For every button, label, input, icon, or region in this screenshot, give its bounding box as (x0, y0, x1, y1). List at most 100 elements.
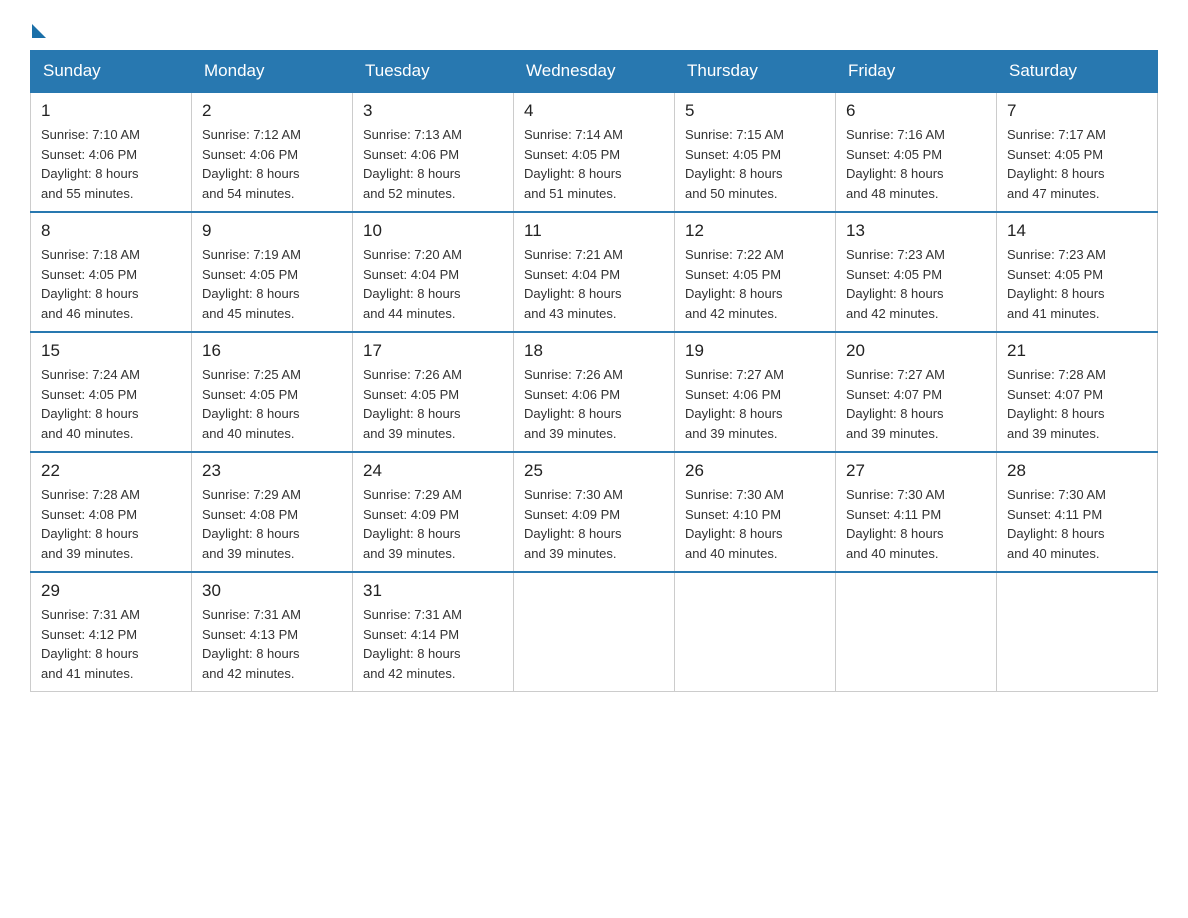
day-info: Sunrise: 7:30 AM Sunset: 4:11 PM Dayligh… (846, 485, 986, 563)
day-number: 7 (1007, 101, 1147, 121)
day-number: 17 (363, 341, 503, 361)
calendar-cell (514, 572, 675, 692)
calendar-cell: 20 Sunrise: 7:27 AM Sunset: 4:07 PM Dayl… (836, 332, 997, 452)
calendar-header-tuesday: Tuesday (353, 51, 514, 93)
day-number: 31 (363, 581, 503, 601)
day-info: Sunrise: 7:23 AM Sunset: 4:05 PM Dayligh… (846, 245, 986, 323)
calendar-cell: 10 Sunrise: 7:20 AM Sunset: 4:04 PM Dayl… (353, 212, 514, 332)
day-number: 16 (202, 341, 342, 361)
calendar-week-row: 29 Sunrise: 7:31 AM Sunset: 4:12 PM Dayl… (31, 572, 1158, 692)
calendar-cell: 11 Sunrise: 7:21 AM Sunset: 4:04 PM Dayl… (514, 212, 675, 332)
day-number: 26 (685, 461, 825, 481)
calendar-week-row: 22 Sunrise: 7:28 AM Sunset: 4:08 PM Dayl… (31, 452, 1158, 572)
day-info: Sunrise: 7:30 AM Sunset: 4:11 PM Dayligh… (1007, 485, 1147, 563)
day-info: Sunrise: 7:17 AM Sunset: 4:05 PM Dayligh… (1007, 125, 1147, 203)
day-number: 14 (1007, 221, 1147, 241)
calendar-cell: 24 Sunrise: 7:29 AM Sunset: 4:09 PM Dayl… (353, 452, 514, 572)
calendar-week-row: 1 Sunrise: 7:10 AM Sunset: 4:06 PM Dayli… (31, 92, 1158, 212)
day-info: Sunrise: 7:18 AM Sunset: 4:05 PM Dayligh… (41, 245, 181, 323)
calendar-cell: 18 Sunrise: 7:26 AM Sunset: 4:06 PM Dayl… (514, 332, 675, 452)
calendar-cell: 9 Sunrise: 7:19 AM Sunset: 4:05 PM Dayli… (192, 212, 353, 332)
calendar-cell: 31 Sunrise: 7:31 AM Sunset: 4:14 PM Dayl… (353, 572, 514, 692)
day-number: 22 (41, 461, 181, 481)
day-info: Sunrise: 7:30 AM Sunset: 4:10 PM Dayligh… (685, 485, 825, 563)
day-number: 30 (202, 581, 342, 601)
calendar-cell (997, 572, 1158, 692)
calendar-cell: 2 Sunrise: 7:12 AM Sunset: 4:06 PM Dayli… (192, 92, 353, 212)
calendar-cell: 5 Sunrise: 7:15 AM Sunset: 4:05 PM Dayli… (675, 92, 836, 212)
day-info: Sunrise: 7:26 AM Sunset: 4:05 PM Dayligh… (363, 365, 503, 443)
day-number: 24 (363, 461, 503, 481)
calendar-cell: 26 Sunrise: 7:30 AM Sunset: 4:10 PM Dayl… (675, 452, 836, 572)
day-number: 27 (846, 461, 986, 481)
calendar-cell (836, 572, 997, 692)
calendar-cell: 29 Sunrise: 7:31 AM Sunset: 4:12 PM Dayl… (31, 572, 192, 692)
day-number: 5 (685, 101, 825, 121)
day-number: 8 (41, 221, 181, 241)
day-info: Sunrise: 7:30 AM Sunset: 4:09 PM Dayligh… (524, 485, 664, 563)
calendar-cell: 30 Sunrise: 7:31 AM Sunset: 4:13 PM Dayl… (192, 572, 353, 692)
day-number: 12 (685, 221, 825, 241)
day-info: Sunrise: 7:27 AM Sunset: 4:06 PM Dayligh… (685, 365, 825, 443)
calendar-cell: 7 Sunrise: 7:17 AM Sunset: 4:05 PM Dayli… (997, 92, 1158, 212)
day-info: Sunrise: 7:29 AM Sunset: 4:09 PM Dayligh… (363, 485, 503, 563)
day-info: Sunrise: 7:29 AM Sunset: 4:08 PM Dayligh… (202, 485, 342, 563)
day-info: Sunrise: 7:26 AM Sunset: 4:06 PM Dayligh… (524, 365, 664, 443)
calendar-cell: 21 Sunrise: 7:28 AM Sunset: 4:07 PM Dayl… (997, 332, 1158, 452)
calendar-cell: 6 Sunrise: 7:16 AM Sunset: 4:05 PM Dayli… (836, 92, 997, 212)
day-number: 1 (41, 101, 181, 121)
day-number: 21 (1007, 341, 1147, 361)
day-info: Sunrise: 7:14 AM Sunset: 4:05 PM Dayligh… (524, 125, 664, 203)
day-number: 10 (363, 221, 503, 241)
day-info: Sunrise: 7:31 AM Sunset: 4:12 PM Dayligh… (41, 605, 181, 683)
day-info: Sunrise: 7:31 AM Sunset: 4:14 PM Dayligh… (363, 605, 503, 683)
calendar-week-row: 8 Sunrise: 7:18 AM Sunset: 4:05 PM Dayli… (31, 212, 1158, 332)
day-info: Sunrise: 7:25 AM Sunset: 4:05 PM Dayligh… (202, 365, 342, 443)
calendar-cell: 8 Sunrise: 7:18 AM Sunset: 4:05 PM Dayli… (31, 212, 192, 332)
day-info: Sunrise: 7:31 AM Sunset: 4:13 PM Dayligh… (202, 605, 342, 683)
calendar-table: SundayMondayTuesdayWednesdayThursdayFrid… (30, 50, 1158, 692)
calendar-header-row: SundayMondayTuesdayWednesdayThursdayFrid… (31, 51, 1158, 93)
day-number: 18 (524, 341, 664, 361)
day-info: Sunrise: 7:23 AM Sunset: 4:05 PM Dayligh… (1007, 245, 1147, 323)
calendar-cell: 27 Sunrise: 7:30 AM Sunset: 4:11 PM Dayl… (836, 452, 997, 572)
calendar-cell: 16 Sunrise: 7:25 AM Sunset: 4:05 PM Dayl… (192, 332, 353, 452)
calendar-cell: 17 Sunrise: 7:26 AM Sunset: 4:05 PM Dayl… (353, 332, 514, 452)
day-info: Sunrise: 7:28 AM Sunset: 4:07 PM Dayligh… (1007, 365, 1147, 443)
calendar-cell: 15 Sunrise: 7:24 AM Sunset: 4:05 PM Dayl… (31, 332, 192, 452)
calendar-cell: 13 Sunrise: 7:23 AM Sunset: 4:05 PM Dayl… (836, 212, 997, 332)
day-number: 9 (202, 221, 342, 241)
day-info: Sunrise: 7:16 AM Sunset: 4:05 PM Dayligh… (846, 125, 986, 203)
day-number: 3 (363, 101, 503, 121)
calendar-week-row: 15 Sunrise: 7:24 AM Sunset: 4:05 PM Dayl… (31, 332, 1158, 452)
calendar-cell: 4 Sunrise: 7:14 AM Sunset: 4:05 PM Dayli… (514, 92, 675, 212)
day-info: Sunrise: 7:15 AM Sunset: 4:05 PM Dayligh… (685, 125, 825, 203)
logo (30, 20, 46, 34)
calendar-header-saturday: Saturday (997, 51, 1158, 93)
calendar-header-thursday: Thursday (675, 51, 836, 93)
day-number: 15 (41, 341, 181, 361)
day-number: 20 (846, 341, 986, 361)
calendar-cell (675, 572, 836, 692)
page-header (30, 20, 1158, 34)
calendar-cell: 3 Sunrise: 7:13 AM Sunset: 4:06 PM Dayli… (353, 92, 514, 212)
day-info: Sunrise: 7:10 AM Sunset: 4:06 PM Dayligh… (41, 125, 181, 203)
calendar-cell: 22 Sunrise: 7:28 AM Sunset: 4:08 PM Dayl… (31, 452, 192, 572)
calendar-cell: 28 Sunrise: 7:30 AM Sunset: 4:11 PM Dayl… (997, 452, 1158, 572)
logo-arrow-icon (32, 24, 46, 38)
day-number: 2 (202, 101, 342, 121)
day-info: Sunrise: 7:27 AM Sunset: 4:07 PM Dayligh… (846, 365, 986, 443)
day-number: 13 (846, 221, 986, 241)
day-number: 6 (846, 101, 986, 121)
day-number: 28 (1007, 461, 1147, 481)
day-info: Sunrise: 7:13 AM Sunset: 4:06 PM Dayligh… (363, 125, 503, 203)
calendar-header-monday: Monday (192, 51, 353, 93)
day-number: 25 (524, 461, 664, 481)
day-number: 11 (524, 221, 664, 241)
calendar-cell: 12 Sunrise: 7:22 AM Sunset: 4:05 PM Dayl… (675, 212, 836, 332)
day-info: Sunrise: 7:19 AM Sunset: 4:05 PM Dayligh… (202, 245, 342, 323)
calendar-cell: 1 Sunrise: 7:10 AM Sunset: 4:06 PM Dayli… (31, 92, 192, 212)
day-info: Sunrise: 7:28 AM Sunset: 4:08 PM Dayligh… (41, 485, 181, 563)
day-info: Sunrise: 7:24 AM Sunset: 4:05 PM Dayligh… (41, 365, 181, 443)
calendar-header-sunday: Sunday (31, 51, 192, 93)
